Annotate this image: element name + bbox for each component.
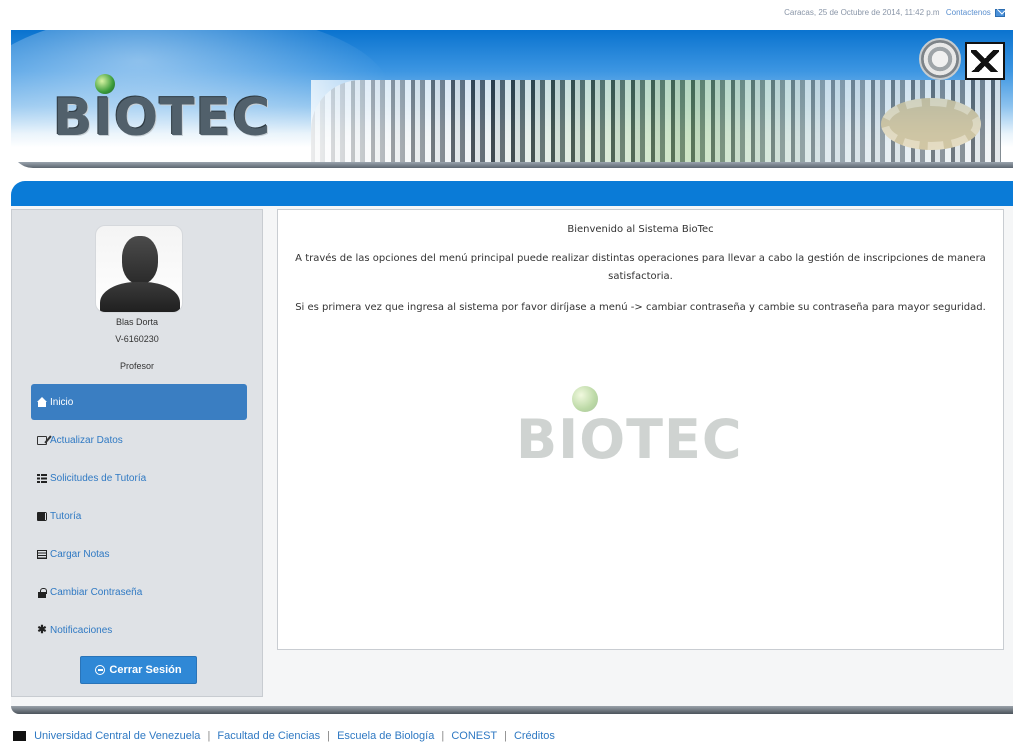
- footer-links: Universidad Central de Venezuela | Facul…: [13, 730, 555, 742]
- logout-icon: [95, 665, 106, 675]
- ucv-emblem-icon: [13, 731, 26, 742]
- welcome-paragraph-1: A través de las opciones del menú princi…: [295, 253, 986, 282]
- contact-link[interactable]: Contactenos: [946, 8, 991, 17]
- welcome-title: Bienvenido al Sistema BioTec: [567, 224, 714, 235]
- sidebar-item-label: Tutoría: [50, 510, 82, 522]
- welcome-paragraph-2: Si es primera vez que ingresa al sistema…: [295, 302, 986, 313]
- site-header: BIOTEC: [11, 30, 1013, 168]
- welcome-panel: Bienvenido al Sistema BioTec A través de…: [277, 209, 1004, 650]
- edit-icon: [37, 435, 47, 445]
- globe-icon: [572, 386, 598, 412]
- faculty-emblem-icon: [965, 42, 1005, 80]
- sidebar-item-solicitudes-tutoria[interactable]: Solicitudes de Tutoría: [31, 460, 247, 496]
- list-icon: [37, 473, 47, 483]
- sidebar-item-cargar-notas[interactable]: Cargar Notas: [31, 536, 247, 572]
- mail-icon[interactable]: [995, 8, 1005, 17]
- user-role: Profesor: [119, 361, 154, 371]
- top-info-bar: Caracas, 25 de Octubre de 2014, 11:42 p.…: [784, 8, 1005, 17]
- logout-label: Cerrar Sesión: [109, 664, 182, 676]
- watermark-text: BIOTEC: [516, 408, 743, 471]
- biotec-watermark: BIOTEC: [516, 386, 743, 471]
- sidebar-item-inicio[interactable]: Inicio: [31, 384, 247, 420]
- logo-text: BIOTEC: [53, 88, 272, 148]
- footer-link-conest[interactable]: CONEST: [451, 730, 497, 742]
- header-collage-image: [311, 80, 1001, 162]
- avatar: [95, 225, 183, 313]
- datetime-label: Caracas, 25 de Octubre de 2014, 11:42 p.…: [784, 8, 940, 17]
- sidebar-item-label: Solicitudes de Tutoría: [50, 472, 147, 484]
- sidebar-item-label: Cambiar Contraseña: [50, 586, 143, 598]
- sidebar-item-label: Cargar Notas: [50, 548, 110, 560]
- lock-icon: [37, 587, 47, 598]
- footer-link-creditos[interactable]: Créditos: [514, 730, 555, 742]
- home-icon: [37, 396, 47, 407]
- sidebar-item-actualizar-datos[interactable]: Actualizar Datos: [31, 422, 247, 458]
- sidebar-item-tutoria[interactable]: Tutoría: [31, 498, 247, 534]
- book-icon: [37, 511, 47, 521]
- gear-icon: [881, 98, 981, 150]
- asterisk-icon: ✱: [37, 623, 47, 636]
- notes-icon: [37, 549, 47, 559]
- university-seal-icon: [919, 38, 961, 80]
- footer-link-ucv[interactable]: Universidad Central de Venezuela: [34, 730, 200, 742]
- sidebar-item-notificaciones[interactable]: ✱ Notificaciones: [31, 612, 247, 648]
- sidebar-item-label: Notificaciones: [50, 624, 113, 636]
- biotec-logo: BIOTEC: [53, 74, 272, 148]
- logout-button[interactable]: Cerrar Sesión: [80, 656, 197, 684]
- main-menu-bar: [11, 181, 1013, 206]
- sidebar-item-label: Actualizar Datos: [50, 434, 123, 446]
- footer-link-facultad[interactable]: Facultad de Ciencias: [217, 730, 320, 742]
- sidebar-item-cambiar-contrasena[interactable]: Cambiar Contraseña: [31, 574, 247, 610]
- sidebar-item-label: Inicio: [50, 396, 74, 408]
- footer-link-escuela[interactable]: Escuela de Biología: [337, 730, 434, 742]
- globe-icon: [95, 74, 115, 94]
- sidebar-nav: Inicio Actualizar Datos Solicitudes de T…: [31, 384, 247, 650]
- user-id: V-6160230: [115, 334, 159, 344]
- sidebar: Blas Dorta V-6160230 Profesor Inicio Act…: [11, 209, 263, 697]
- user-name: Blas Dorta: [115, 317, 159, 327]
